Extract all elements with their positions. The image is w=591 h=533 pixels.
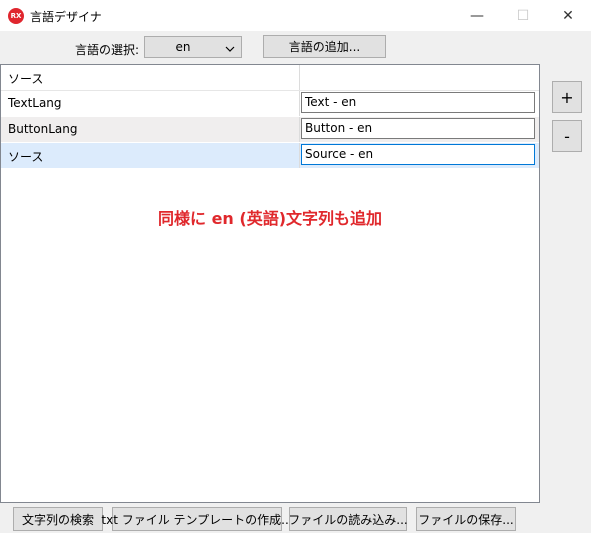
row-key: ソース bbox=[8, 72, 44, 86]
maximize-button[interactable]: ☐ bbox=[500, 0, 546, 31]
save-file-button[interactable]: ファイルの保存... bbox=[416, 507, 516, 531]
table-row[interactable]: ソース bbox=[1, 65, 539, 91]
row-key: ButtonLang bbox=[8, 122, 78, 136]
app-icon: RX bbox=[8, 8, 24, 24]
table-row[interactable]: ButtonLang Button - en bbox=[1, 117, 539, 142]
table-row-selected[interactable]: ソース Source - en bbox=[1, 143, 539, 168]
value-cell: Button - en bbox=[299, 117, 536, 142]
search-strings-button[interactable]: 文字列の検索 bbox=[13, 507, 103, 531]
value-cell[interactable] bbox=[299, 65, 536, 90]
language-select[interactable]: en bbox=[144, 36, 242, 58]
minimize-button[interactable]: — bbox=[454, 0, 500, 31]
window-title: 言語デザイナ bbox=[30, 10, 102, 24]
row-key: TextLang bbox=[8, 96, 62, 110]
close-button[interactable]: ✕ bbox=[545, 0, 591, 31]
row-key: ソース bbox=[8, 150, 44, 164]
value-input[interactable]: Text - en bbox=[301, 92, 535, 113]
add-language-button[interactable]: 言語の追加... bbox=[263, 35, 386, 58]
create-template-button[interactable]: txt ファイル テンプレートの作成... bbox=[101, 507, 293, 531]
value-input[interactable]: Button - en bbox=[301, 118, 535, 139]
title-bar: RX 言語デザイナ — ☐ ✕ bbox=[0, 0, 591, 31]
load-file-button[interactable]: ファイルの読み込み... bbox=[288, 507, 408, 531]
value-cell: Text - en bbox=[299, 91, 536, 116]
language-select-label: 言語の選択: bbox=[75, 43, 140, 57]
annotation-text: 同様に en (英語)文字列も追加 bbox=[158, 209, 383, 228]
value-cell: Source - en bbox=[299, 143, 536, 168]
language-select-value: en bbox=[175, 40, 191, 54]
table-row[interactable]: TextLang Text - en bbox=[1, 91, 539, 116]
remove-row-button[interactable]: - bbox=[552, 120, 582, 152]
chevron-down-icon bbox=[225, 42, 235, 56]
string-grid: ソース TextLang Text - en ButtonLang Button… bbox=[0, 64, 540, 503]
add-row-button[interactable]: + bbox=[552, 81, 582, 113]
value-input-focused[interactable]: Source - en bbox=[301, 144, 535, 165]
